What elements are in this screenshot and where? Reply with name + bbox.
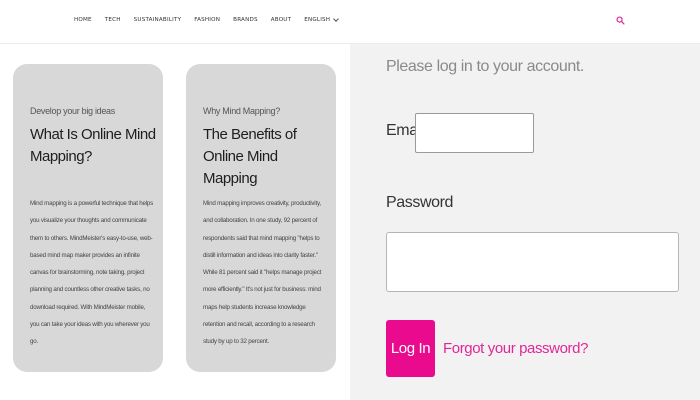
language-label: ENGLISH [304,17,331,23]
chevron-down-icon [333,16,340,22]
password-field[interactable] [386,232,679,292]
nav-menu: HOME TECH SUSTAINABILITY FASHION BRANDS … [74,16,351,23]
search-icon[interactable] [616,16,625,25]
card-title: The Benefits of Online Mind Mapping [203,126,297,187]
login-heading: Please log in to your account. [386,58,584,75]
login-panel: Please log in to your account. Email Pas… [350,44,700,400]
nav-item-fashion[interactable]: FASHION [194,17,220,23]
card-body: Mind mapping is a powerful technique tha… [30,200,154,346]
forgot-password-link[interactable]: Forgot your password? [443,340,588,357]
card-eyebrow: Why Mind Mapping? [203,106,280,116]
nav-item-brands[interactable]: BRANDS [233,17,258,23]
feature-card-online-mind-mapping: Develop your big ideas What Is Online Mi… [13,64,163,372]
nav-item-home[interactable]: HOME [74,17,92,23]
card-body: Mind mapping improves creativity, produc… [203,200,322,346]
card-eyebrow: Develop your big ideas [30,106,115,116]
language-selector[interactable]: ENGLISH [304,16,340,23]
nav-item-tech[interactable]: TECH [105,17,121,23]
nav-item-sustainability[interactable]: SUSTAINABILITY [134,17,182,23]
top-navigation: HOME TECH SUSTAINABILITY FASHION BRANDS … [0,0,700,44]
nav-item-about[interactable]: ABOUT [271,17,291,23]
feature-cards-section: Develop your big ideas What Is Online Mi… [0,45,350,400]
email-field[interactable] [415,113,534,153]
card-title: What Is Online Mind Mapping? [30,126,156,165]
feature-card-benefits: Why Mind Mapping? The Benefits of Online… [186,64,336,372]
login-button[interactable]: Log In [386,320,435,377]
password-label: Password [386,194,454,211]
